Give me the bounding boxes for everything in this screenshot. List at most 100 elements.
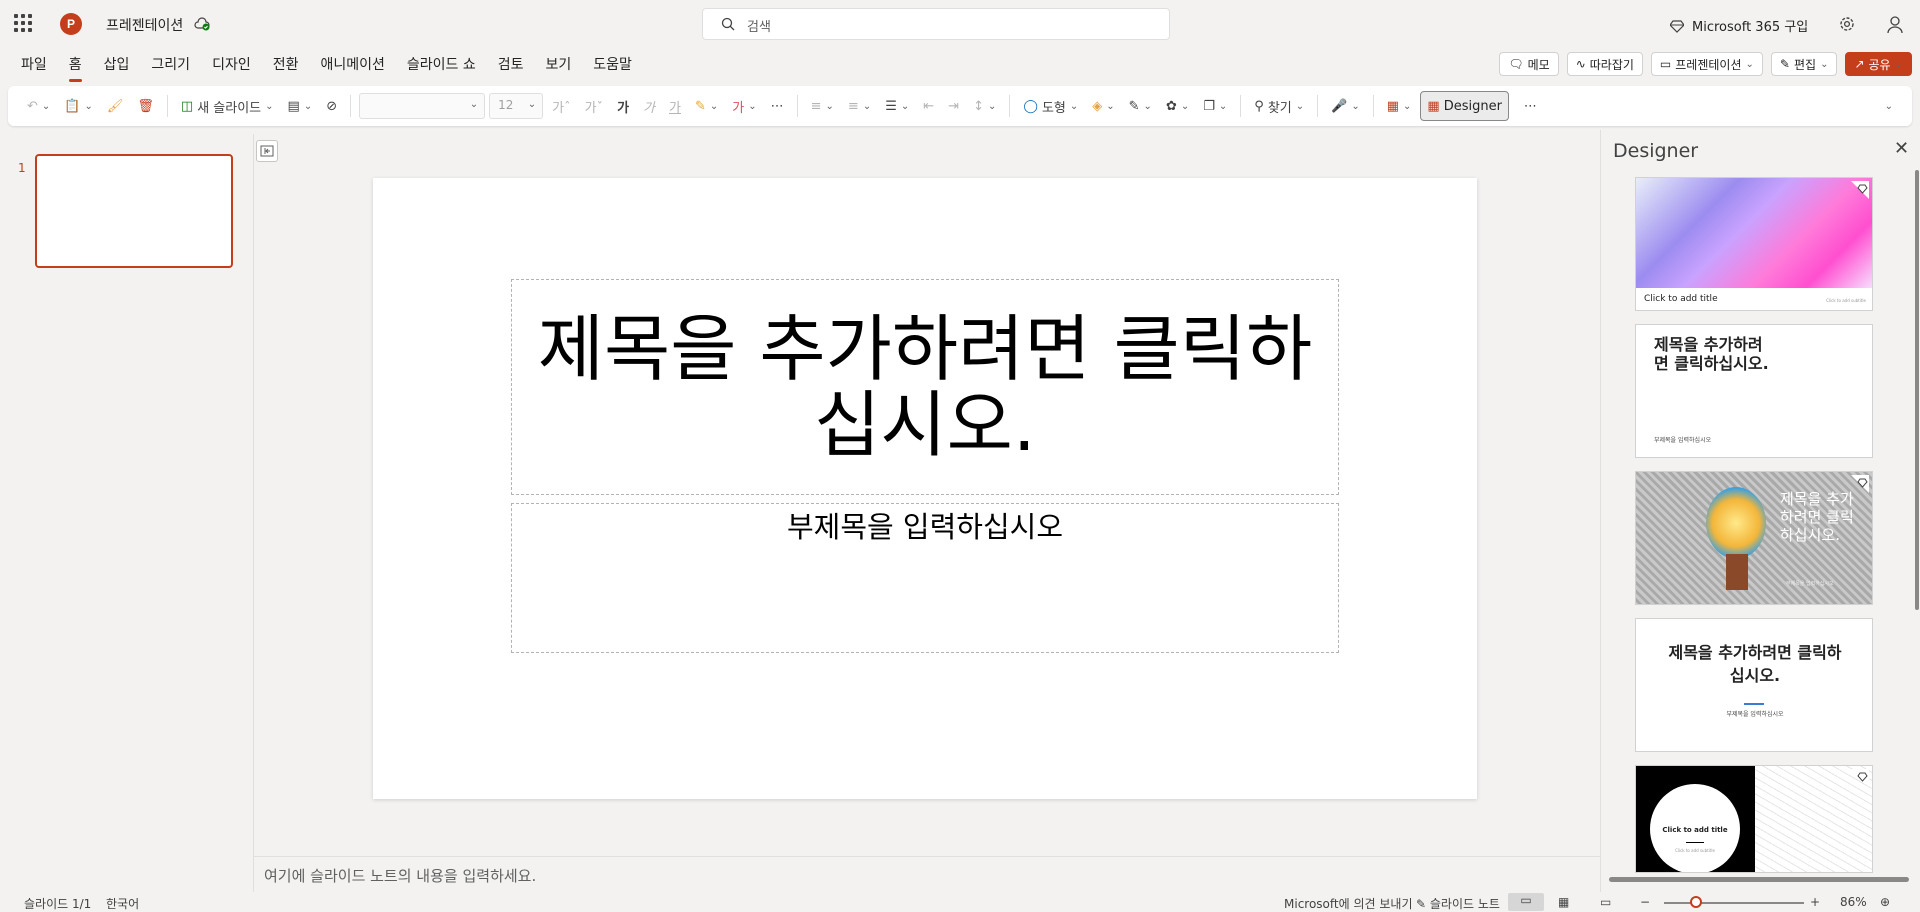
- more-options-button[interactable]: ⋯: [1519, 92, 1542, 120]
- find-button[interactable]: ⚲ 찾기 ⌄: [1249, 92, 1309, 120]
- editing-mode-button[interactable]: ✎ 편집 ⌄: [1770, 52, 1838, 76]
- comments-button[interactable]: 🗨 메모: [1499, 52, 1559, 76]
- design-idea-card[interactable]: 제목을 추가하려면 클릭하십시오. 부제목을 입력하십시오: [1635, 324, 1873, 458]
- share-label: 공유: [1868, 57, 1891, 72]
- paste-button[interactable]: 📋 ⌄: [59, 92, 98, 120]
- underline-button[interactable]: 가: [664, 92, 686, 120]
- subtitle-placeholder[interactable]: 부제목을 입력하십시오: [511, 503, 1339, 653]
- zoom-slider-thumb[interactable]: [1690, 896, 1702, 908]
- tab-animations[interactable]: 애니메이션: [309, 50, 395, 80]
- designer-pane-title: Designer: [1613, 140, 1699, 162]
- comment-icon: 🗨: [1508, 57, 1524, 71]
- layout-icon: ▤: [287, 98, 300, 114]
- font-family-select[interactable]: ⌄: [359, 93, 486, 119]
- shapes-button[interactable]: ◯ 도형 ⌄: [1018, 92, 1083, 120]
- tab-review[interactable]: 검토: [487, 50, 535, 80]
- reading-view-button[interactable]: ▭: [1600, 895, 1611, 909]
- hide-slide-button[interactable]: ⊘: [321, 92, 342, 120]
- tab-view[interactable]: 보기: [535, 50, 583, 80]
- presenter-view-icon: ▭: [1600, 895, 1612, 909]
- normal-view-button[interactable]: ▭: [1508, 893, 1544, 911]
- designer-horizontal-scrollbar[interactable]: [1609, 877, 1909, 882]
- align-button[interactable]: ☰ ⌄: [880, 92, 914, 120]
- tab-insert[interactable]: 삽입: [93, 50, 141, 80]
- shrink-font-button[interactable]: 가ˇ: [580, 92, 608, 120]
- title-placeholder[interactable]: 제목을 추가하려면 클릭하십시오.: [511, 279, 1339, 495]
- add-ins-button[interactable]: ▦ ⌄: [1382, 92, 1417, 120]
- chevron-down-icon: ⌄: [1143, 100, 1152, 112]
- tab-help[interactable]: 도움말: [582, 50, 643, 80]
- tab-transitions[interactable]: 전환: [262, 50, 310, 80]
- microphone-icon: 🎤: [1331, 98, 1348, 114]
- font-color-button[interactable]: 가 ⌄: [727, 92, 761, 120]
- document-title[interactable]: 프레젠테이션: [106, 15, 183, 35]
- design-idea-card[interactable]: Click to add title Click to add subtitle: [1635, 765, 1873, 873]
- app-launcher-icon[interactable]: [14, 14, 32, 32]
- tab-home[interactable]: 홈: [58, 50, 93, 82]
- notes-toggle[interactable]: ✎ 슬라이드 노트: [1416, 895, 1500, 912]
- trash-icon: 🗑: [137, 98, 154, 114]
- new-slide-button[interactable]: ◫ 새 슬라이드 ⌄: [176, 92, 279, 120]
- shape-effects-button[interactable]: ✿ ⌄: [1161, 92, 1194, 120]
- delete-slide-button[interactable]: 🗑: [132, 92, 159, 120]
- shape-outline-button[interactable]: ✎ ⌄: [1124, 92, 1157, 120]
- zoom-slider[interactable]: [1664, 902, 1804, 904]
- decrease-indent-button[interactable]: ⇤: [918, 92, 939, 120]
- language-indicator[interactable]: 한국어: [106, 895, 139, 912]
- numbering-button[interactable]: ≡ ⌄: [843, 92, 876, 120]
- tab-slideshow[interactable]: 슬라이드 쇼: [396, 50, 487, 80]
- designer-scrollbar[interactable]: [1915, 170, 1919, 610]
- bullets-button[interactable]: ≡ ⌄: [806, 92, 839, 120]
- chevron-down-icon: ⌄: [748, 100, 757, 112]
- line-spacing-button[interactable]: ↕ ⌄: [968, 92, 1001, 120]
- design-idea-card[interactable]: 제목을 추가하려면 클릭하십시오. 부제목을 입력하십시오: [1635, 618, 1873, 752]
- status-bar: 슬라이드 1/1 한국어 Microsoft에 의견 보내기 ✎ 슬라이드 노트…: [0, 892, 1920, 912]
- dictate-button[interactable]: 🎤 ⌄: [1326, 92, 1365, 120]
- share-button[interactable]: ↗ 공유 ⌄: [1845, 52, 1912, 76]
- chevron-down-icon: ⌄: [1180, 100, 1190, 112]
- ribbon-expand-button[interactable]: ⌄: [1880, 92, 1898, 120]
- chevron-down-icon[interactable]: ⌄: [1746, 59, 1754, 70]
- zoom-level[interactable]: 86%: [1840, 895, 1867, 909]
- shape-fill-button[interactable]: ◈ ⌄: [1087, 92, 1119, 120]
- format-painter-button[interactable]: 🖌: [102, 92, 129, 120]
- slide-sorter-button[interactable]: ▦: [1558, 895, 1569, 909]
- cloud-saved-icon[interactable]: [194, 16, 210, 32]
- fit-to-window-icon[interactable]: ⊕: [1880, 895, 1890, 909]
- zoom-out-button[interactable]: −: [1640, 895, 1650, 909]
- italic-button[interactable]: 가: [638, 92, 660, 120]
- increase-indent-button[interactable]: ⇥: [943, 92, 964, 120]
- font-size-value: 12: [498, 98, 514, 112]
- designer-button[interactable]: ▦ Designer: [1420, 91, 1509, 121]
- highlight-button[interactable]: ✎ ⌄: [690, 92, 723, 120]
- undo-button[interactable]: ↶ ⌄: [22, 92, 55, 120]
- search-box[interactable]: 검색: [702, 8, 1170, 40]
- font-size-select[interactable]: 12 ⌄: [489, 93, 544, 119]
- tab-file[interactable]: 파일: [10, 50, 58, 80]
- present-button[interactable]: ▭ 프레젠테이션 ⌄: [1650, 52, 1763, 76]
- slide-thumbnail[interactable]: [35, 154, 233, 268]
- divider: [1372, 95, 1374, 117]
- layout-button[interactable]: ▤ ⌄: [283, 92, 318, 120]
- zoom-in-button[interactable]: +: [1810, 895, 1820, 909]
- bold-button[interactable]: 가: [612, 92, 634, 120]
- tab-design[interactable]: 디자인: [201, 50, 262, 80]
- notes-icon: ✎: [1416, 897, 1427, 911]
- gear-icon[interactable]: [1838, 15, 1856, 33]
- collapse-pane-button[interactable]: [256, 140, 278, 162]
- close-icon[interactable]: ✕: [1894, 138, 1909, 159]
- tab-draw[interactable]: 그리기: [140, 50, 201, 80]
- more-font-options-button[interactable]: ⋯: [766, 92, 789, 120]
- account-icon[interactable]: [1885, 14, 1905, 34]
- design-idea-card[interactable]: Click to add title Click to add subtitle: [1635, 177, 1873, 311]
- grow-font-button[interactable]: 가ˆ: [547, 92, 575, 120]
- catchup-button[interactable]: ∿ 따라잡기: [1566, 52, 1643, 76]
- slide-notes-input[interactable]: 여기에 슬라이드 노트의 내용을 입력하세요.: [254, 856, 1600, 892]
- design-card-subtitle: 부제목을 입력하십시오: [1786, 581, 1834, 587]
- arrange-button[interactable]: ❐ ⌄: [1198, 92, 1232, 120]
- feedback-link[interactable]: Microsoft에 의견 보내기: [1284, 895, 1412, 912]
- design-idea-card[interactable]: 제목을 추가하려면 클릭하십시오. 부제목을 입력하십시오: [1635, 471, 1873, 605]
- buy-m365-button[interactable]: Microsoft 365 구입: [1670, 16, 1808, 35]
- design-card-subtitle: Click to add subtitle: [1826, 298, 1866, 303]
- design-card-title: Click to add title: [1662, 826, 1728, 834]
